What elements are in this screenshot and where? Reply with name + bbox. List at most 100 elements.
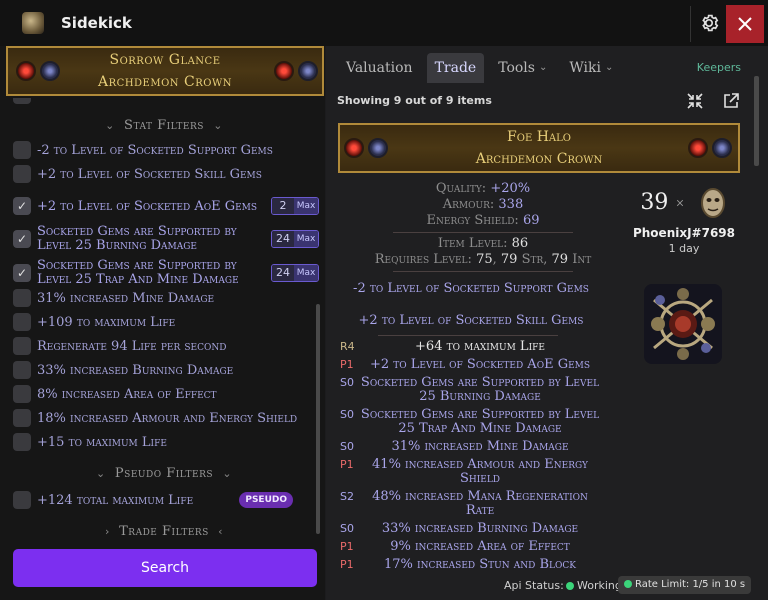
stat-filter-row[interactable]: 8% increased Area of Effect [13, 383, 319, 405]
mod-text: 9% increased Area of Effect [390, 539, 570, 554]
min-value-field[interactable]: 24 Max [271, 264, 319, 282]
checkbox-checked[interactable]: ✓ [13, 230, 31, 248]
req-level: 75 [476, 252, 493, 267]
red-orb-icon [274, 61, 294, 81]
tab-label: Wiki [569, 60, 601, 76]
stat-filter-row[interactable]: ✓ Socketed Gems are Supported by Level 2… [13, 224, 319, 254]
seller-name[interactable]: PhoenixJ#7698 [628, 226, 740, 240]
tab-wiki[interactable]: Wiki ⌄ [561, 53, 621, 83]
settings-gear-icon[interactable] [698, 12, 720, 34]
chevron-down-icon: ⌄ [213, 119, 223, 132]
check-icon: ✓ [16, 199, 28, 213]
checkbox[interactable] [13, 433, 31, 451]
mod-tier: S2 [340, 490, 354, 503]
min-value[interactable]: 2 [272, 198, 294, 214]
collapse-icon[interactable] [686, 92, 704, 110]
pseudo-filter-row[interactable]: +124 total maximum Life PSEUDO [13, 489, 319, 511]
checkbox-checked[interactable]: ✓ [13, 197, 31, 215]
tab-tools[interactable]: Tools ⌄ [490, 53, 555, 83]
str-label: Str, [521, 252, 548, 267]
mod-tier: P1 [340, 458, 354, 471]
checkbox[interactable] [13, 337, 31, 355]
quality-label: Quality: [435, 181, 487, 196]
keepers-label[interactable]: Keepers [697, 61, 741, 74]
trade-filters-header[interactable]: › Trade Filters ‹ [6, 524, 322, 538]
close-button[interactable] [726, 5, 764, 43]
stat-filter-row[interactable]: 31% increased Mine Damage [13, 287, 319, 309]
max-toggle[interactable]: Max [294, 198, 318, 214]
min-value-field[interactable]: 24 Max [271, 230, 319, 248]
status-dot-icon [624, 580, 632, 588]
mod-text: 41% increased Armour and Energy Shield [372, 457, 588, 486]
mod-text: Socketed Gems are Supported by Level 25 … [360, 375, 600, 404]
stat-filter-row[interactable]: +109 to maximum Life [13, 311, 319, 333]
filter-label: Socketed Gems are Supported by Level 25 … [37, 224, 237, 253]
stat-filter-row[interactable]: 33% increased Burning Damage [13, 359, 319, 381]
filter-label: -2 to Level of Socketed Support Gems [37, 142, 273, 158]
external-link-icon[interactable] [722, 92, 740, 110]
left-scrollbar[interactable] [316, 304, 320, 534]
stat-filter-row[interactable]: ✓ Socketed Gems are Supported by Level 2… [13, 258, 319, 288]
filter-label: +109 to maximum Life [37, 314, 176, 330]
stat-filter-row[interactable]: +15 to maximum Life [13, 431, 319, 453]
filter-label: 33% increased Burning Damage [37, 362, 234, 378]
checkbox[interactable] [13, 361, 31, 379]
checkbox[interactable] [13, 313, 31, 331]
title-bar: Sidekick [0, 0, 768, 46]
tab-valuation[interactable]: Valuation [338, 53, 421, 83]
pseudo-filters-header[interactable]: ⌄ Pseudo Filters ⌄ [6, 466, 322, 481]
stat-filter-row[interactable]: -2 to Level of Socketed Support Gems [13, 139, 319, 161]
mod-tier: P1 [340, 558, 354, 568]
pseudo-badge: PSEUDO [239, 492, 293, 508]
api-status: Working [566, 579, 622, 592]
min-value[interactable]: 24 [272, 265, 294, 281]
search-button[interactable]: Search [13, 549, 317, 587]
trade-listing[interactable]: Foe Halo Archdemon Crown Quality: +20% A… [338, 123, 740, 568]
stat-filter-row[interactable]: 18% increased Armour and Energy Shield [13, 407, 319, 429]
filter-label: Regenerate 94 Life per second [37, 338, 227, 354]
checkbox-checked[interactable]: ✓ [13, 264, 31, 282]
status-dot-icon [566, 582, 574, 590]
ilvl-label: Item Level: [437, 236, 508, 251]
checkbox[interactable] [13, 165, 31, 183]
mod-text: 17% increased Stun and Block [383, 557, 576, 569]
stat-filters-header[interactable]: ⌄ Stat Filters ⌄ [6, 118, 322, 133]
filter-label: Socketed Gems are Supported by Level 25 … [37, 258, 239, 287]
filters-scroll-area[interactable]: ⌄ Stat Filters ⌄ -2 to Level of Socketed… [6, 98, 324, 538]
chevron-left-icon: ‹ [218, 525, 224, 538]
mod-text: +64 to maximum Life [415, 339, 545, 354]
stat-filter-row[interactable]: +2 to Level of Socketed Skill Gems [13, 163, 319, 185]
filter-label: +2 to Level of Socketed Skill Gems [37, 166, 262, 182]
close-icon [738, 17, 752, 31]
item-header: Sorrow Glance Archdemon Crown [6, 46, 324, 96]
stat-filter-row[interactable]: Regenerate 94 Life per second [13, 335, 319, 357]
ilvl-value: 86 [511, 236, 529, 251]
rate-limit-text: Rate Limit: 1/5 in 10 s [635, 579, 746, 590]
tab-trade[interactable]: Trade [426, 53, 485, 83]
blue-orb-icon [712, 138, 732, 158]
api-status-value: Working [577, 579, 622, 592]
min-value[interactable]: 24 [272, 231, 294, 247]
checkbox[interactable] [13, 409, 31, 427]
checkbox[interactable] [13, 141, 31, 159]
checkbox[interactable] [13, 385, 31, 403]
status-bar: Api Status: Working Rate Limit: 1/5 in 1… [326, 574, 768, 600]
checkbox[interactable] [13, 98, 31, 104]
price-multiplier: × [675, 196, 685, 210]
min-value-field[interactable]: 2 Max [271, 197, 319, 215]
mod-text: 33% increased Burning Damage [381, 521, 579, 536]
stat-filter-row[interactable]: ✓ +2 to Level of Socketed AoE Gems 2 Max [13, 195, 319, 217]
right-scrollbar[interactable] [754, 76, 759, 166]
filter-label: 31% increased Mine Damage [37, 290, 215, 306]
mod-tier: S0 [340, 440, 354, 453]
tab-label: Trade [434, 60, 477, 76]
mod-tier: S0 [340, 376, 354, 389]
checkbox[interactable] [13, 491, 31, 509]
filter-label: +124 total maximum Life [37, 492, 194, 508]
max-toggle[interactable]: Max [294, 231, 318, 247]
checkbox[interactable] [13, 289, 31, 307]
max-toggle[interactable]: Max [294, 265, 318, 281]
check-icon: ✓ [16, 266, 28, 280]
tab-label: Valuation [346, 60, 413, 76]
item-properties: Quality: +20% Armour: 338 Energy Shield:… [338, 181, 628, 275]
